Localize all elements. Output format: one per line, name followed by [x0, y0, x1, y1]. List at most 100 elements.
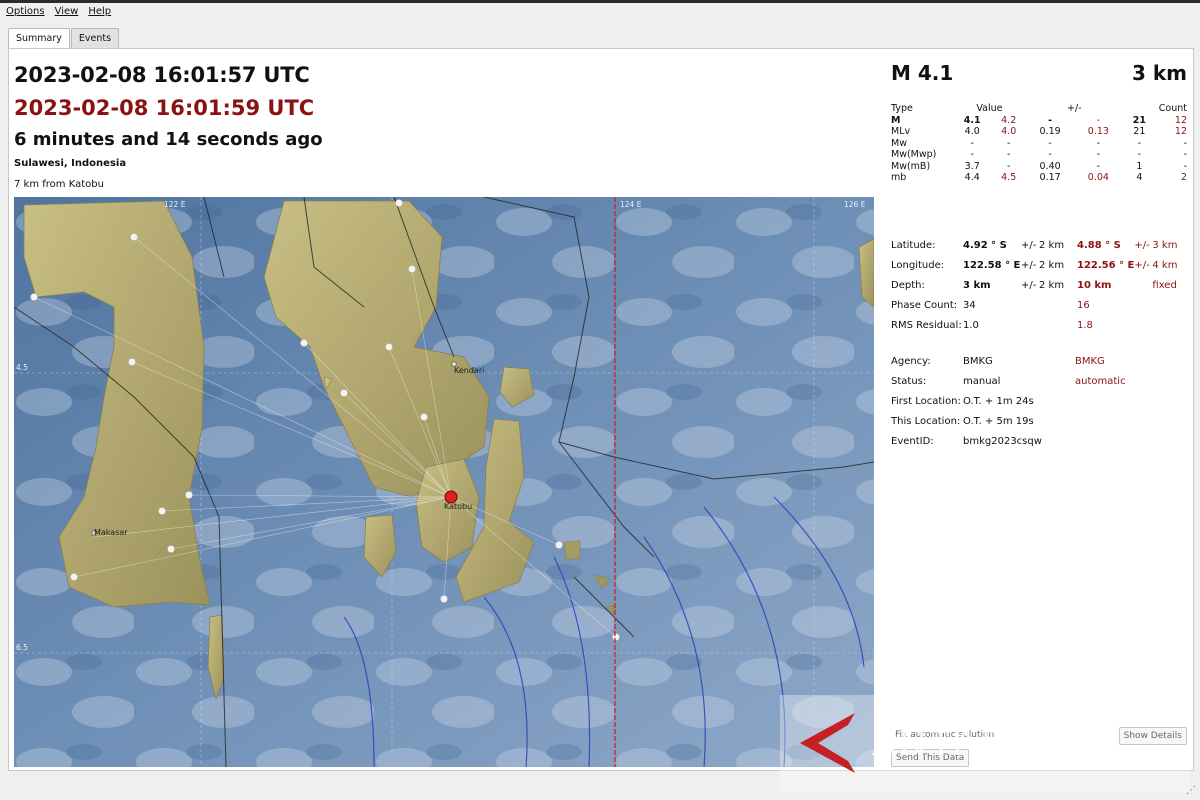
mag-value: 4.4: [964, 172, 980, 184]
menu-help[interactable]: Help: [88, 6, 111, 17]
first-location-value: O.T. + 1m 24s: [963, 395, 1034, 407]
mag-error-auto: -: [1096, 149, 1101, 161]
agency-label: Agency:: [891, 355, 931, 367]
label-122e: 122 E: [164, 200, 186, 209]
agency-value: BMKG: [963, 355, 993, 367]
location-row: Phase Count: 34 16: [891, 295, 1187, 315]
location-uncertainty: 2 km: [1039, 279, 1065, 291]
epicenter-map[interactable]: 124 E 126 E 122 E 4.5 6.5 Kendari Katobu…: [14, 197, 874, 767]
mag-value-auto: -: [1006, 149, 1011, 161]
status-value-auto: automatic: [1075, 375, 1126, 387]
agency-table: Agency: BMKG BMKG Status: manual automat…: [891, 351, 1187, 451]
watermark-text: ANTARA: [872, 722, 1039, 763]
label-lat-45: 4.5: [16, 363, 28, 372]
tab-events[interactable]: Events: [70, 28, 120, 48]
location-value: 1.0: [963, 319, 979, 331]
label-lat-65: 6.5: [16, 643, 28, 652]
mag-row: mb 4.4 4.5 0.17 0.04 4 2: [891, 172, 1187, 184]
location-value: 4.92 ° S: [963, 239, 1007, 251]
elapsed-time: 6 minutes and 14 seconds ago: [14, 129, 323, 150]
location-uncertainty-auto: [1152, 315, 1187, 335]
location-value-auto: 16: [1077, 299, 1090, 311]
label-126e: 126 E: [844, 200, 866, 209]
mag-row: Mw(Mwp) - - - - - -: [891, 149, 1187, 161]
mag-count-auto: 12: [1174, 114, 1187, 126]
mag-row: Mw - - - - - -: [891, 138, 1187, 150]
col-type: Type: [891, 103, 913, 115]
col-value: Value: [976, 103, 1003, 115]
nearest-city: 7 km from Katobu: [14, 179, 104, 190]
details-column: M 4.1 3 km Type Value +/- Count M 4.1 4.…: [889, 49, 1191, 769]
mag-value: 4.1: [963, 114, 981, 126]
label-124e: 124 E: [620, 200, 642, 209]
location-pm: +/-: [1021, 259, 1037, 271]
tab-summary[interactable]: Summary: [8, 28, 70, 49]
mag-type: M: [891, 114, 901, 126]
mag-count-auto: 12: [1174, 126, 1187, 138]
this-location-value: O.T. + 5m 19s: [963, 415, 1034, 427]
resize-grip-icon[interactable]: ⋰: [1186, 785, 1196, 796]
region-name: Sulawesi, Indonesia: [14, 158, 127, 169]
depth-value: 3 km: [1131, 61, 1187, 85]
this-location-row: This Location: O.T. + 5m 19s: [891, 411, 1187, 431]
location-value-auto: 4.88 ° S: [1077, 239, 1121, 251]
mag-row: M 4.1 4.2 - - 21 12: [891, 115, 1187, 127]
agency-row: Agency: BMKG BMKG: [891, 351, 1187, 371]
mag-value: -: [970, 149, 974, 161]
mag-count: -: [1137, 149, 1142, 161]
agency-value-auto: BMKG: [1075, 355, 1105, 367]
mag-error-auto: 0.13: [1087, 126, 1109, 138]
mag-count: 4: [1136, 172, 1143, 184]
mag-error-auto: -: [1096, 137, 1101, 149]
mag-type: Mw(mB): [891, 160, 931, 172]
location-value-auto: 1.8: [1077, 319, 1093, 331]
event-id-row: EventID: bmkg2023csqw: [891, 431, 1187, 451]
mag-count: 21: [1133, 126, 1146, 138]
location-pm-auto: +/-: [1134, 259, 1150, 271]
mag-error-auto: -: [1096, 160, 1101, 172]
location-label: Depth:: [891, 279, 925, 291]
location-uncertainty-auto: [1152, 295, 1187, 315]
location-pm-auto: [1134, 315, 1152, 335]
label-makassar: Makasar: [94, 528, 128, 537]
mag-type: mb: [891, 172, 907, 184]
location-pm: [1021, 315, 1039, 335]
first-location-label: First Location:: [891, 395, 961, 407]
location-label: Latitude:: [891, 239, 936, 251]
mag-error-auto: 0.04: [1087, 172, 1109, 184]
location-row: Latitude: 4.92 ° S +/- 2 km 4.88 ° S +/-…: [891, 235, 1187, 255]
location-pm-auto: +/-: [1134, 239, 1150, 251]
location-pm: +/-: [1021, 279, 1037, 291]
location-value: 3 km: [963, 279, 991, 291]
location-value: 122.58 ° E: [963, 259, 1021, 271]
magnitude-table: Type Value +/- Count M 4.1 4.2 - - 21 12…: [891, 103, 1187, 184]
location-row: Longitude: 122.58 ° E +/- 2 km 122.56 ° …: [891, 255, 1187, 275]
location-value: 34: [963, 299, 976, 311]
location-uncertainty: 2 km: [1039, 239, 1065, 251]
mag-value-auto: 4.0: [1001, 126, 1017, 138]
map-canvas[interactable]: 124 E 126 E 122 E 4.5 6.5 Kendari Katobu…: [14, 197, 874, 767]
col-pm: +/-: [1066, 103, 1082, 115]
location-row: Depth: 3 km +/- 2 km 10 km fixed: [891, 275, 1187, 295]
location-uncertainty: 2 km: [1039, 259, 1065, 271]
status-value: manual: [963, 375, 1001, 387]
mag-row: Mw(mB) 3.7 - 0.40 - 1 -: [891, 161, 1187, 173]
menu-view[interactable]: View: [55, 6, 79, 17]
menu-options[interactable]: Options: [6, 6, 45, 17]
location-uncertainty-auto: 3 km: [1152, 239, 1178, 251]
location-label: Phase Count:: [891, 299, 958, 311]
this-location-label: This Location:: [891, 415, 961, 427]
mag-value: 3.7: [964, 160, 980, 172]
mag-count: 1: [1136, 160, 1143, 172]
location-label: Longitude:: [891, 259, 945, 271]
tab-bar: Summary Events: [8, 28, 120, 49]
location-table: Latitude: 4.92 ° S +/- 2 km 4.88 ° S +/-…: [891, 235, 1187, 335]
origin-time-automatic: 2023-02-08 16:01:59 UTC: [14, 96, 315, 120]
status-row: Status: manual automatic: [891, 371, 1187, 391]
mag-error: 0.40: [1039, 160, 1061, 172]
magnitude-table-header: Type Value +/- Count: [891, 103, 1187, 115]
first-location-row: First Location: O.T. + 1m 24s: [891, 391, 1187, 411]
location-value-auto: 10 km: [1077, 279, 1112, 291]
mag-value-auto: -: [1006, 137, 1011, 149]
mag-error: 0.17: [1039, 172, 1061, 184]
